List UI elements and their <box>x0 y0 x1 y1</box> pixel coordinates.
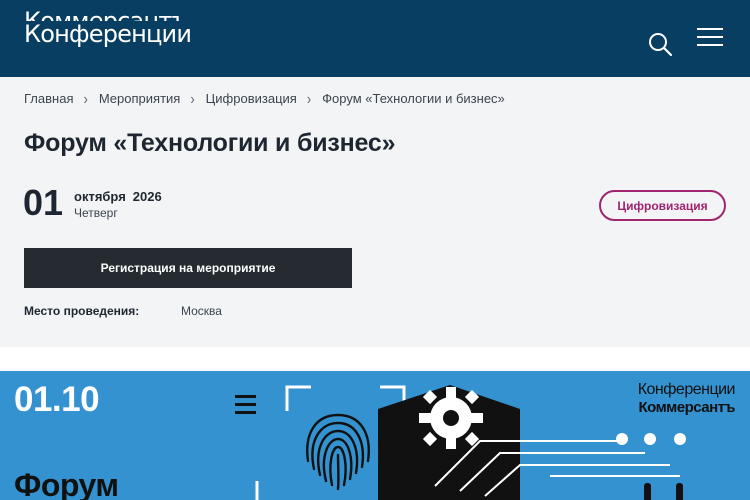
breadcrumb-home[interactable]: Главная <box>24 91 73 106</box>
chevron-right-icon: › <box>306 89 312 108</box>
breadcrumb: Главная › Мероприятия › Цифровизация › Ф… <box>24 89 505 108</box>
event-banner: 01.10 Форум Конференции Коммерсантъ <box>0 371 750 500</box>
banner-title: Форум <box>14 467 119 500</box>
site-header: Коммерсантъ Конференции <box>0 0 750 77</box>
hamburger-line <box>697 36 723 38</box>
breadcrumb-category[interactable]: Цифровизация <box>206 91 297 106</box>
hamburger-menu-icon <box>697 28 723 30</box>
venue-value: Москва <box>181 304 222 318</box>
banner-date: 01.10 <box>14 380 100 419</box>
logo-line-kommersant: Коммерсантъ <box>24 7 188 21</box>
page-title: Форум «Технологии и бизнес» <box>24 129 396 157</box>
category-tag[interactable]: Цифровизация <box>599 190 726 221</box>
event-panel: Главная › Мероприятия › Цифровизация › Ф… <box>0 77 750 347</box>
site-logo[interactable]: Коммерсантъ Конференции <box>24 7 192 48</box>
menu-button[interactable] <box>697 28 723 50</box>
banner-illustration <box>255 385 686 500</box>
breadcrumb-current: Форум «Технологии и бизнес» <box>322 91 505 106</box>
register-button[interactable]: Регистрация на мероприятие <box>24 248 352 288</box>
chevron-right-icon: › <box>190 89 195 108</box>
search-icon <box>649 33 673 57</box>
search-button[interactable] <box>647 31 675 59</box>
event-day: 01 <box>23 182 64 223</box>
chevron-right-icon: › <box>83 89 88 108</box>
breadcrumb-events[interactable]: Мероприятия <box>99 91 181 106</box>
event-month: октября <box>74 189 126 204</box>
event-year: 2026 <box>132 189 162 204</box>
fingerprint-icon <box>306 413 370 491</box>
event-month-year: октября 2026 <box>74 189 162 204</box>
venue-label: Место проведения: <box>24 304 140 318</box>
hamburger-line <box>697 44 723 46</box>
event-weekday: Четверг <box>74 206 118 220</box>
logo-line-konferentsii: Конференции <box>24 20 192 48</box>
gear-icon <box>419 387 483 449</box>
bars-icon <box>644 483 683 500</box>
circuit-nodes-icon <box>616 433 686 445</box>
